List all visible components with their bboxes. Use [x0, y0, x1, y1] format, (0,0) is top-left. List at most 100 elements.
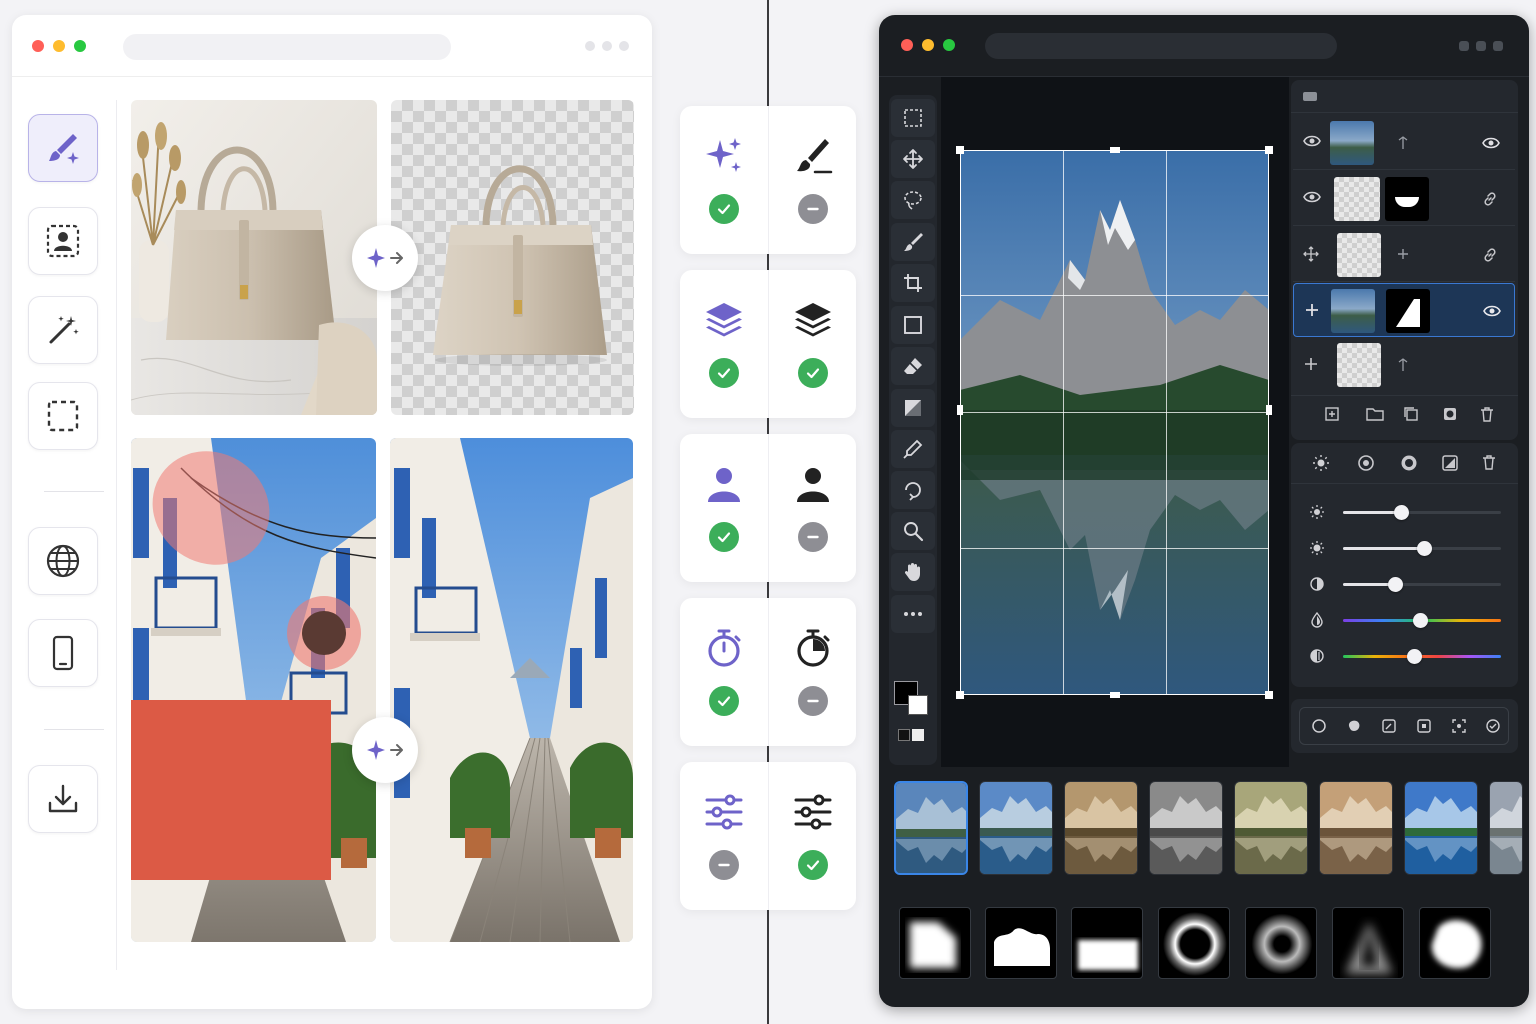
mobile-tool[interactable]: [28, 619, 98, 687]
brush-preset-soft-square[interactable]: [899, 907, 971, 979]
filter-thumbnail-original[interactable]: [894, 781, 968, 875]
before-after-toggle-button[interactable]: [352, 225, 418, 291]
slider-knob[interactable]: [1413, 613, 1429, 628]
filter-thumbnail-sepia[interactable]: [1319, 781, 1393, 875]
magic-wand-tool[interactable]: [28, 296, 98, 364]
exposure-slider[interactable]: [1291, 533, 1517, 563]
eye-icon[interactable]: [1303, 134, 1321, 148]
contrast-slider[interactable]: [1291, 569, 1517, 599]
maximize-dot[interactable]: [74, 40, 86, 52]
slider-knob[interactable]: [1416, 541, 1432, 556]
street-before-image[interactable]: [131, 438, 376, 942]
more-tools-button[interactable]: [891, 595, 935, 633]
new-layer-icon[interactable]: [1324, 406, 1340, 422]
refine-shape-icon[interactable]: [1485, 718, 1501, 734]
brush-tool-button[interactable]: [891, 223, 935, 261]
duplicate-icon[interactable]: [1403, 406, 1419, 422]
color-wheel-tab-icon[interactable]: [1357, 454, 1375, 472]
layer-row[interactable]: [1293, 172, 1515, 226]
swap-colors-button[interactable]: [912, 729, 924, 741]
lasso-tool-button[interactable]: [891, 181, 935, 219]
crop-handle[interactable]: [1265, 691, 1273, 699]
brush-preset-ring[interactable]: [1158, 907, 1230, 979]
link-icon[interactable]: [1482, 191, 1498, 207]
eraser-tool-button[interactable]: [891, 347, 935, 385]
brush-sparkle-tool[interactable]: [28, 114, 98, 182]
handbag-before-image[interactable]: [131, 100, 377, 415]
crop-handle[interactable]: [956, 146, 964, 154]
rotate-tool-button[interactable]: [891, 471, 935, 509]
crop-handle[interactable]: [1265, 146, 1273, 154]
background-color-swatch[interactable]: [908, 695, 928, 715]
focus-shape-icon[interactable]: [1451, 718, 1467, 734]
before-after-toggle-button[interactable]: [352, 717, 418, 783]
mask-icon[interactable]: [1442, 406, 1458, 422]
minimize-dot[interactable]: [922, 39, 934, 51]
filter-thumbnail-cool[interactable]: [979, 781, 1053, 875]
gradient-tool-button[interactable]: [891, 389, 935, 427]
download-tool[interactable]: [28, 765, 98, 833]
hue-slider[interactable]: [1291, 605, 1517, 635]
marquee-select-tool[interactable]: [28, 382, 98, 450]
zoom-tool-button[interactable]: [891, 512, 935, 550]
light-titlebar: [12, 15, 652, 77]
trash-icon[interactable]: [1479, 406, 1495, 422]
square-shape-icon[interactable]: [1416, 718, 1432, 734]
crop-handle[interactable]: [1110, 147, 1120, 153]
canvas-image-mountain-lake[interactable]: [956, 146, 1273, 699]
handbag-after-image[interactable]: [391, 100, 634, 415]
pen-shape-icon[interactable]: [1381, 718, 1397, 734]
slider-knob[interactable]: [1407, 649, 1423, 664]
hand-tool-button[interactable]: [891, 553, 935, 591]
minimize-dot[interactable]: [53, 40, 65, 52]
trash-icon[interactable]: [1481, 454, 1497, 470]
filter-thumbnail-vintage[interactable]: [1234, 781, 1308, 875]
vignette-tab-icon[interactable]: [1400, 454, 1418, 472]
filter-thumbnail-mono[interactable]: [1149, 781, 1223, 875]
web-tool[interactable]: [28, 527, 98, 595]
brightness-slider[interactable]: [1291, 497, 1517, 527]
blob-shape-icon[interactable]: [1346, 718, 1362, 734]
brush-preset-soft-rect[interactable]: [1071, 907, 1143, 979]
eye-icon[interactable]: [1483, 304, 1501, 318]
slider-knob[interactable]: [1394, 505, 1410, 520]
rectangle-tool-button[interactable]: [891, 306, 935, 344]
brush-preset-hard-cloud[interactable]: [985, 907, 1057, 979]
default-colors-button[interactable]: [898, 729, 910, 741]
filter-thumbnail-vivid[interactable]: [1404, 781, 1478, 875]
filter-thumbnail-warm[interactable]: [1064, 781, 1138, 875]
filter-thumbnail-fade[interactable]: [1489, 781, 1523, 875]
portrait-select-tool[interactable]: [28, 207, 98, 275]
crop-handle[interactable]: [957, 405, 963, 415]
eye-icon[interactable]: [1303, 190, 1321, 204]
slider-knob[interactable]: [1388, 577, 1404, 592]
crop-handle[interactable]: [1110, 692, 1120, 698]
link-icon[interactable]: [1482, 247, 1498, 263]
brush-preset-spike[interactable]: [1332, 907, 1404, 979]
maximize-dot[interactable]: [943, 39, 955, 51]
layer-row[interactable]: [1293, 338, 1515, 392]
layer-row[interactable]: [1293, 228, 1515, 282]
brush-preset-soft-blob[interactable]: [1419, 907, 1491, 979]
brightness-tab-icon[interactable]: [1312, 454, 1330, 472]
circle-shape-icon[interactable]: [1311, 718, 1327, 734]
brush-preset-soft-ring[interactable]: [1245, 907, 1317, 979]
eyedropper-tool-button[interactable]: [891, 430, 935, 468]
close-dot[interactable]: [32, 40, 44, 52]
crop-handle[interactable]: [1266, 405, 1272, 415]
layer-row[interactable]: [1293, 116, 1515, 170]
layer-row-selected[interactable]: [1293, 283, 1515, 337]
saturation-slider[interactable]: [1291, 641, 1517, 671]
layer-mask-thumbnail: [1386, 289, 1430, 333]
street-after-image[interactable]: [390, 438, 633, 942]
crop-handle[interactable]: [956, 691, 964, 699]
address-bar[interactable]: [123, 34, 451, 60]
eye-icon[interactable]: [1482, 136, 1500, 150]
address-bar[interactable]: [985, 33, 1337, 59]
marquee-tool-button[interactable]: [891, 99, 935, 137]
folder-icon[interactable]: [1366, 406, 1384, 422]
crop-tool-button[interactable]: [891, 264, 935, 302]
curves-tab-icon[interactable]: [1441, 454, 1459, 472]
move-tool-button[interactable]: [891, 140, 935, 178]
close-dot[interactable]: [901, 39, 913, 51]
